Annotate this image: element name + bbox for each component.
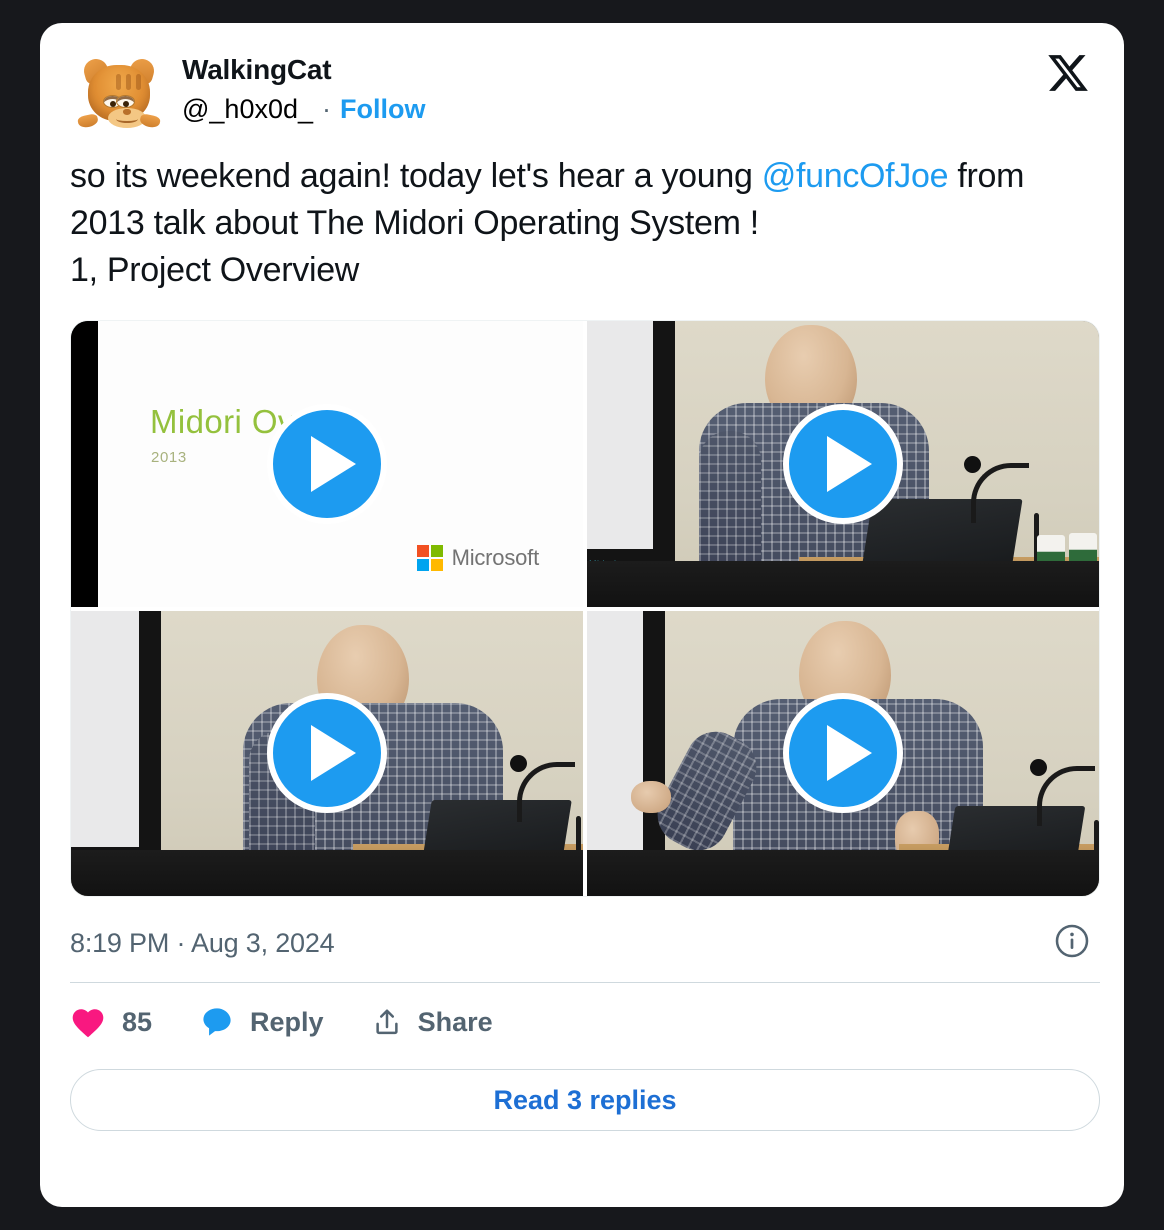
microsoft-squares-icon <box>416 544 443 571</box>
cat-eye-right <box>116 95 135 108</box>
timestamp: 8:19 PM · Aug 3, 2024 <box>70 927 335 958</box>
projector-screen <box>587 610 665 865</box>
cat-paw-right <box>138 113 162 129</box>
garfield-cat-avatar-icon <box>76 56 162 131</box>
media-grid: Midori Ove 2013 Microsoft <box>70 320 1100 897</box>
follow-button[interactable]: Follow <box>340 93 425 125</box>
author-block: WalkingCat @_h0x0d_ · Follow <box>182 49 426 125</box>
ms-square-green <box>430 544 443 557</box>
divider <box>70 982 1100 983</box>
play-icon[interactable] <box>783 693 903 814</box>
cat-mouth <box>116 115 138 123</box>
cat-stripe <box>126 74 131 90</box>
engagement-actions: 85 Reply Share <box>70 987 1094 1057</box>
ms-square-blue <box>416 558 429 571</box>
share-label: Share <box>417 1006 493 1037</box>
play-icon[interactable] <box>783 403 903 524</box>
desk-front <box>587 850 1099 896</box>
tweet-header: WalkingCat @_h0x0d_ · Follow <box>70 23 1094 131</box>
handle-row: @_h0x0d_ · Follow <box>182 93 426 125</box>
microphone-head <box>510 755 527 772</box>
cat-pupil <box>123 101 129 107</box>
tweet-text-part-3: 1, Project Overview <box>70 251 360 289</box>
play-triangle <box>310 725 356 782</box>
microphone-head <box>1030 759 1047 776</box>
reply-button[interactable]: Reply <box>200 1005 324 1039</box>
meta-row: 8:19 PM · Aug 3, 2024 <box>70 921 1094 965</box>
media-tile-lecture-video-4[interactable]: Midori <box>587 610 1099 896</box>
microsoft-wordmark: Microsoft <box>451 544 540 570</box>
cat-stripe <box>116 74 121 90</box>
play-triangle <box>826 725 872 782</box>
slide-year: 2013 <box>151 449 187 466</box>
cat-stripe <box>136 74 141 90</box>
like-button[interactable]: 85 <box>70 1005 152 1039</box>
ms-square-red <box>416 544 429 557</box>
reply-bubble-icon <box>200 1005 234 1039</box>
share-arrow-icon <box>372 1005 402 1039</box>
info-circle-icon[interactable] <box>1054 923 1090 959</box>
read-replies-button[interactable]: Read 3 replies <box>70 1069 1100 1131</box>
tweet-text-part-1: so its weekend again! today let's hear a… <box>70 157 762 195</box>
share-button[interactable]: Share <box>372 1005 493 1039</box>
media-tile-lecture-video-3[interactable]: Midori <box>71 610 583 896</box>
play-icon[interactable] <box>267 693 387 814</box>
media-tile-lecture-video-2[interactable]: Midori <box>587 321 1099 607</box>
projector-screen <box>587 321 675 563</box>
screenshot-root: WalkingCat @_h0x0d_ · Follow so its week… <box>0 0 1164 1230</box>
like-count: 85 <box>122 1006 153 1037</box>
tweet-card-inner: WalkingCat @_h0x0d_ · Follow so its week… <box>40 23 1124 1207</box>
reply-label: Reply <box>250 1006 324 1037</box>
author-display-name[interactable]: WalkingCat <box>182 53 426 87</box>
author-handle[interactable]: @_h0x0d_ <box>182 93 313 125</box>
ms-square-yellow <box>430 558 443 571</box>
media-tile-midori-overview-slide[interactable]: Midori Ove 2013 Microsoft <box>71 321 583 607</box>
x-logo-icon[interactable] <box>1046 51 1090 95</box>
desk-front <box>71 850 583 896</box>
play-icon[interactable] <box>267 403 387 524</box>
cat-paw-left <box>76 113 100 129</box>
microsoft-logo: Microsoft <box>416 544 540 571</box>
tweet-card: WalkingCat @_h0x0d_ · Follow so its week… <box>40 23 1124 1207</box>
play-triangle <box>310 435 356 492</box>
heart-icon <box>70 1005 106 1039</box>
tweet-text: so its weekend again! today let's hear a… <box>70 153 1094 294</box>
projector-screen <box>71 610 161 861</box>
cat-face <box>88 65 150 128</box>
handle-separator: · <box>322 94 332 124</box>
play-triangle <box>826 435 872 492</box>
speaker-hand-pointing <box>631 780 671 813</box>
microphone-head <box>964 455 981 473</box>
mention-link[interactable]: @funcOfJoe <box>762 157 949 195</box>
desk-front <box>587 560 1099 607</box>
avatar[interactable] <box>72 51 166 139</box>
